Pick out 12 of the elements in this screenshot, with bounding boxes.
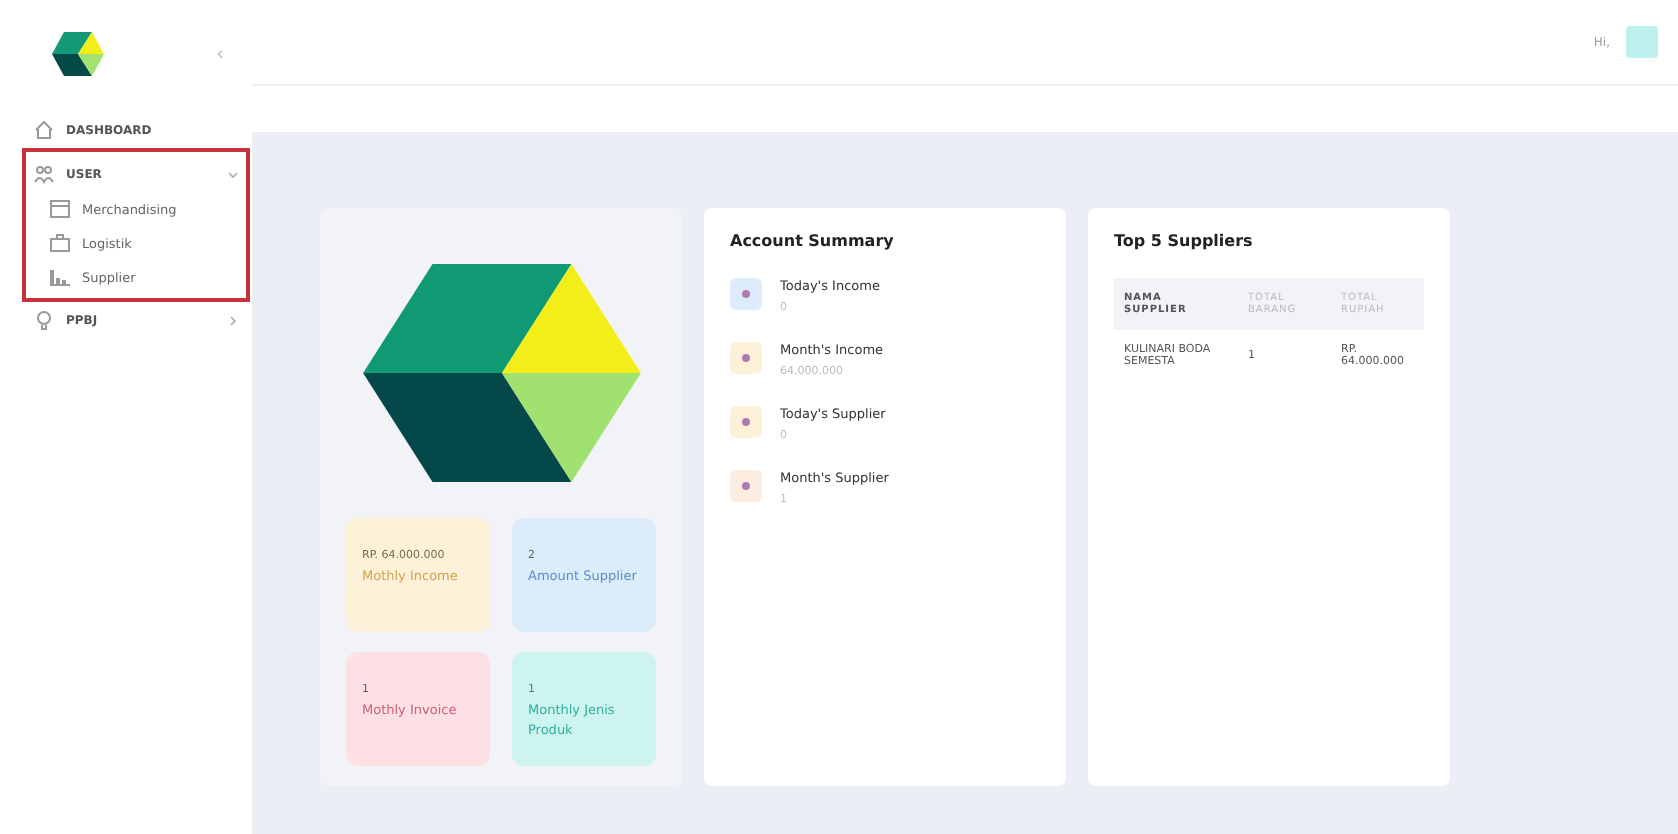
avatar[interactable]: [1626, 26, 1658, 58]
card-title: Top 5 Suppliers: [1114, 232, 1255, 250]
chevron-icon: [228, 315, 238, 325]
window-icon: [50, 200, 70, 218]
bar-chart-icon: [50, 268, 70, 286]
briefcase-icon: [50, 234, 70, 252]
chevron-icon: [228, 169, 238, 179]
card-title: Account Summary: [730, 232, 896, 250]
bulb-icon: [34, 310, 54, 330]
house-icon: [34, 120, 54, 140]
logo-icon: [52, 28, 104, 80]
users-icon: [34, 164, 54, 184]
